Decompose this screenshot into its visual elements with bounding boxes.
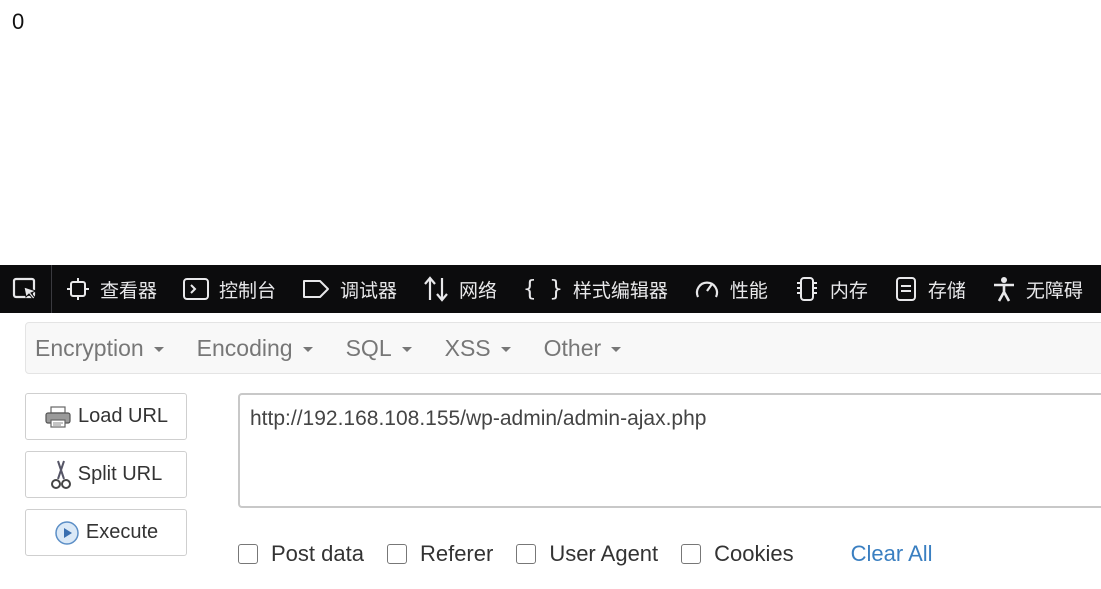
menu-label: SQL — [345, 334, 392, 361]
caret-down-icon — [611, 346, 622, 352]
caret-down-icon — [401, 346, 412, 352]
split-url-label: Split URL — [77, 463, 163, 485]
load-url-button[interactable]: Load URL — [25, 393, 187, 440]
tab-label: 样式编辑器 — [572, 279, 668, 302]
option-label: User Agent — [549, 541, 659, 566]
tab-label: 网络 — [459, 279, 498, 302]
menu-sql[interactable]: SQL — [346, 335, 412, 362]
tab-inspector[interactable]: 查看器 — [52, 265, 169, 313]
tab-network[interactable]: 网络 — [409, 265, 509, 313]
performance-icon — [695, 281, 718, 298]
devtools-toolbar: 查看器 控制台 调试器 网络 { } 样式编辑器 性能 内存 存储 无障碍 — [0, 265, 1101, 313]
tab-memory[interactable]: 内存 — [780, 265, 880, 313]
menu-label: Encoding — [196, 334, 293, 361]
style-editor-icon: { } — [523, 276, 563, 302]
tab-label: 性能 — [729, 279, 768, 302]
user-agent-checkbox[interactable] — [516, 544, 537, 564]
option-cookies[interactable]: Cookies — [681, 541, 794, 567]
split-url-button[interactable]: Split URL — [25, 451, 187, 498]
tab-label: 控制台 — [219, 279, 277, 302]
hackbar-menu: Encryption Encoding SQL XSS Other — [25, 322, 1101, 374]
option-post-data[interactable]: Post data — [238, 541, 364, 567]
debugger-icon — [303, 280, 330, 298]
tab-storage[interactable]: 存储 — [880, 265, 978, 313]
scissors-icon — [50, 460, 71, 489]
menu-other[interactable]: Other — [544, 335, 622, 362]
cookies-checkbox[interactable] — [681, 544, 702, 564]
url-textarea[interactable]: http://192.168.108.155/wp-admin/admin-aj… — [238, 393, 1101, 508]
printer-icon — [45, 405, 71, 428]
memory-icon — [796, 277, 817, 301]
tab-label: 查看器 — [100, 279, 158, 302]
page-output-text: 0 — [12, 9, 25, 34]
menu-encryption[interactable]: Encryption — [35, 335, 164, 362]
element-picker-button[interactable] — [0, 265, 52, 313]
element-picker-icon — [12, 277, 37, 300]
url-value: http://192.168.108.155/wp-admin/admin-aj… — [250, 407, 707, 430]
menu-label: XSS — [444, 334, 491, 361]
referer-checkbox[interactable] — [386, 544, 407, 564]
tab-performance[interactable]: 性能 — [680, 265, 780, 313]
tab-label: 无障碍 — [1025, 279, 1083, 302]
tab-label: 内存 — [829, 279, 868, 302]
request-options: Post data Referer User Agent Cookies Cle… — [238, 539, 933, 569]
tab-label: 调试器 — [340, 279, 398, 302]
tab-console[interactable]: 控制台 — [169, 265, 288, 313]
caret-down-icon — [302, 346, 313, 352]
post-data-checkbox[interactable] — [238, 544, 258, 564]
menu-encoding[interactable]: Encoding — [197, 335, 313, 362]
option-label: Post data — [271, 541, 364, 566]
menu-xss[interactable]: XSS — [445, 335, 511, 362]
caret-down-icon — [500, 346, 511, 352]
clear-all-link[interactable]: Clear All — [851, 541, 933, 567]
play-icon — [55, 520, 79, 545]
tab-style-editor[interactable]: { } 样式编辑器 — [509, 265, 680, 313]
load-url-label: Load URL — [77, 405, 169, 427]
caret-down-icon — [153, 346, 164, 352]
tab-debugger[interactable]: 调试器 — [288, 265, 409, 313]
option-label: Referer — [419, 541, 494, 566]
execute-label: Execute — [85, 521, 159, 543]
network-icon — [424, 276, 448, 302]
inspector-icon — [67, 278, 89, 300]
tab-accessibility[interactable]: 无障碍 — [978, 265, 1095, 313]
tab-label: 存储 — [927, 279, 966, 302]
menu-label: Encryption — [35, 334, 144, 361]
option-label: Cookies — [714, 541, 794, 566]
console-icon — [183, 278, 210, 300]
accessibility-icon — [993, 277, 1014, 302]
option-referer[interactable]: Referer — [386, 541, 494, 567]
option-user-agent[interactable]: User Agent — [516, 541, 658, 567]
menu-label: Other — [543, 334, 602, 361]
execute-button[interactable]: Execute — [25, 509, 187, 556]
storage-icon — [895, 277, 916, 301]
